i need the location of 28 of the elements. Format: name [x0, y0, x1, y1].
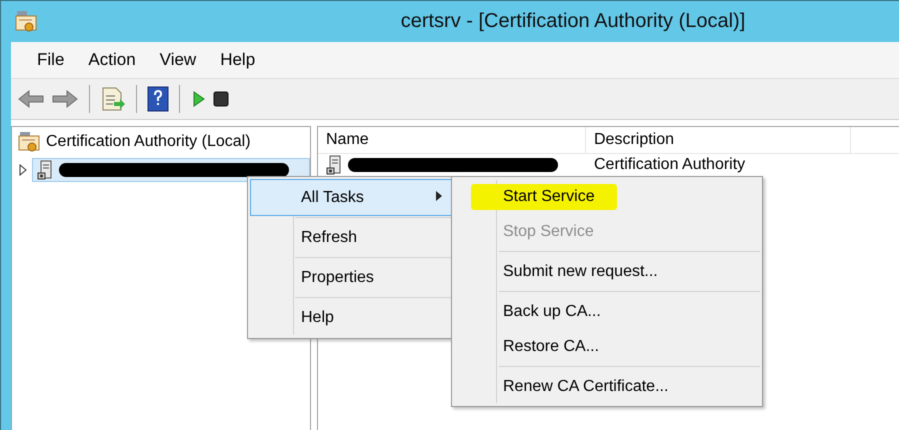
menu-item: Stop Service [502, 222, 595, 242]
menu-item[interactable]: Renew CA Certificate... [454, 369, 760, 404]
window-title: certsrv - [Certification Authority (Local)] [400, 10, 746, 33]
menu-item[interactable]: Back up CA... [454, 294, 760, 329]
back-arrow-icon[interactable] [17, 88, 45, 110]
menu-item[interactable]: Restore CA... [454, 329, 760, 364]
certificate-icon [15, 10, 37, 34]
menu-item[interactable]: Start Service [454, 179, 760, 214]
menu-item[interactable]: Properties [250, 259, 455, 296]
menu-item[interactable]: View [148, 50, 208, 70]
menu-item[interactable]: Refresh [250, 219, 455, 256]
export-list-icon[interactable] [100, 86, 126, 112]
table-cell-text: Certification Authority [593, 156, 746, 174]
column-header[interactable]: Name [318, 127, 586, 153]
column-header[interactable]: Description [586, 127, 851, 153]
menu-item[interactable]: Action [76, 50, 148, 70]
server-icon [37, 160, 53, 180]
certificate-icon [18, 131, 40, 153]
tree-item[interactable] [32, 158, 310, 182]
expand-icon[interactable] [18, 164, 28, 176]
menu-item[interactable]: Help [250, 299, 455, 336]
forward-arrow-icon[interactable] [51, 88, 79, 110]
menu-item[interactable]: File [25, 50, 76, 70]
menu-item[interactable]: Submit new request... [454, 254, 760, 289]
tree-item[interactable]: Certification Authority (Local) [46, 133, 251, 151]
help-icon[interactable] [147, 86, 169, 112]
menu-item[interactable]: Help [208, 50, 268, 70]
stop-icon[interactable] [212, 90, 230, 108]
